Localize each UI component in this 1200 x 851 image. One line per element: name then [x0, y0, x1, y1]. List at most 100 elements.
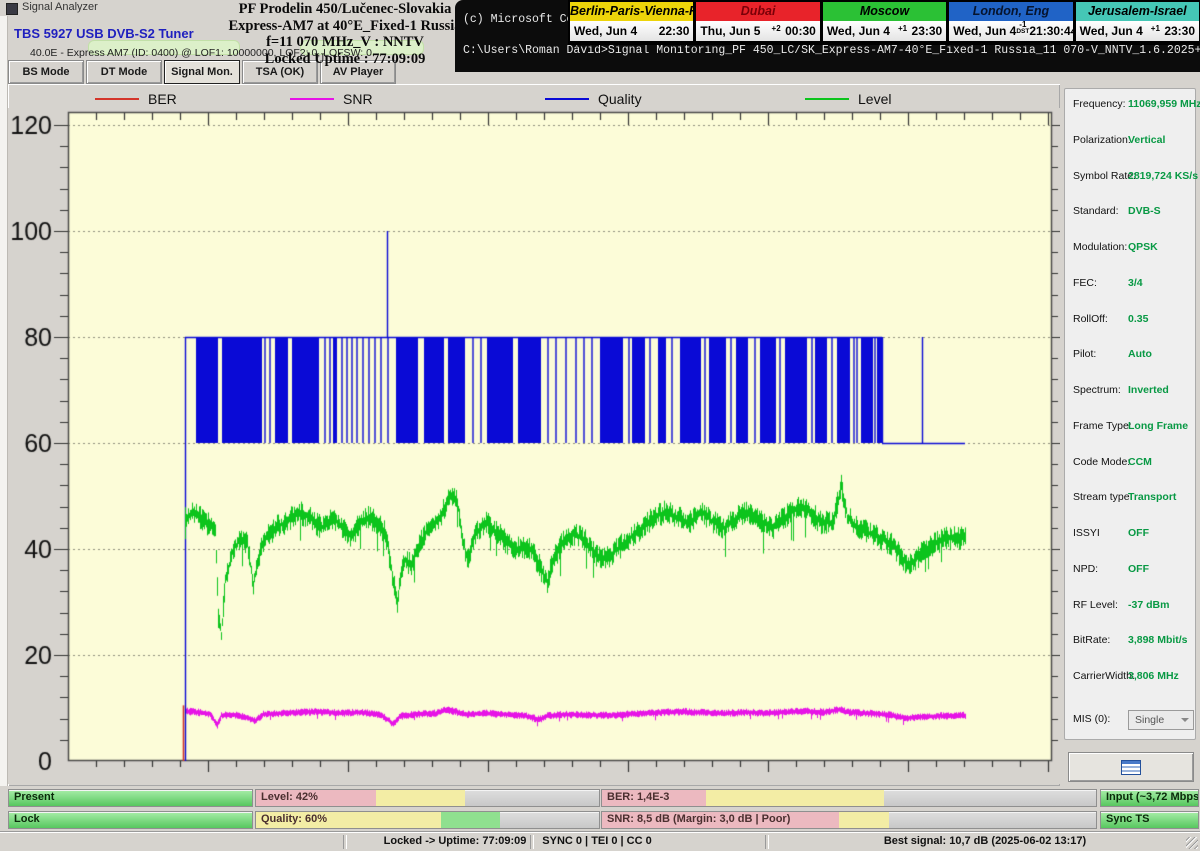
legend-swatch-level: [805, 98, 849, 100]
tuner-name: TBS 5927 USB DVB-S2 Tuner: [14, 26, 194, 41]
bar-text: Present: [14, 791, 54, 803]
param-label: Pilot:: [1073, 348, 1096, 360]
param-row-modulation: Modulation:QPSK: [1065, 241, 1195, 255]
chart-legend: BER SNR Quality Level: [8, 90, 1060, 108]
bar-segment-yellow: [839, 812, 888, 828]
signal-chart-canvas: [8, 108, 1060, 784]
param-value: Transport: [1128, 491, 1176, 503]
legend-item-level: Level: [805, 90, 891, 108]
resize-grip[interactable]: [1186, 837, 1198, 849]
clock-city-label: Dubai: [696, 2, 819, 21]
legend-swatch-snr: [290, 98, 334, 100]
statusbar-separator: [530, 835, 534, 849]
legend-swatch-quality: [545, 98, 589, 100]
world-clocks-panel: Berlin-Paris-Vienna-RomaWed, Jun 422:30D…: [568, 0, 1200, 45]
param-value: 0.35: [1128, 313, 1148, 325]
clock-time-row: Thu, Jun 5+200:30: [696, 21, 819, 41]
param-label: Frequency:: [1073, 98, 1126, 110]
param-label: Stream type:: [1073, 491, 1133, 503]
clock-city-label: Moscow: [823, 2, 946, 21]
caption-line-uptime: Locked Uptime : 77:09:09: [228, 51, 461, 68]
param-row-streamtype: Stream type:Transport: [1065, 491, 1195, 505]
caption-line-antenna: PF Prodelin 450/Lučenec-Slovakia: [228, 1, 461, 18]
monitor-bar-snr: SNR: 8,5 dB (Margin: 3,0 dB | Poor): [601, 811, 1097, 829]
tab-bs-mode[interactable]: BS Mode: [8, 60, 84, 84]
chevron-down-icon: [1181, 718, 1189, 722]
bar-text: Quality: 60%: [261, 813, 327, 825]
legend-label: Level: [858, 91, 891, 107]
clock-utc-offset: +1: [894, 25, 912, 32]
param-row-issyi: ISSYIOFF: [1065, 527, 1195, 541]
legend-label: SNR: [343, 91, 373, 107]
bar-segment-yellow: [376, 790, 465, 806]
param-value: Vertical: [1128, 134, 1165, 146]
statusbar-sync-counters: SYNC 0 | TEI 0 | CC 0: [542, 835, 651, 847]
param-row-fec: FEC:3/4: [1065, 277, 1195, 291]
param-label: BitRate:: [1073, 634, 1110, 646]
param-label: FEC:: [1073, 277, 1097, 289]
param-value: OFF: [1128, 563, 1149, 575]
param-value: CCM: [1128, 456, 1152, 468]
param-value: 11069,959 MHz: [1128, 98, 1200, 110]
param-row-frequency: Frequency:11069,959 MHz: [1065, 98, 1195, 112]
param-row-codemode: Code Mode:CCM: [1065, 456, 1195, 470]
param-value: 2819,724 KS/s: [1128, 170, 1198, 182]
clock-city-label: Jerusalem-Israel: [1076, 2, 1199, 21]
param-label: Polarization:: [1073, 134, 1131, 146]
param-label: Modulation:: [1073, 241, 1127, 253]
monitor-bar-lock: Lock: [8, 811, 253, 829]
caption-line-frequency: f=11 070 MHz_V : NNTV: [228, 34, 461, 51]
monitor-bar-sync-ts: Sync TS: [1100, 811, 1199, 829]
clock-dubai: DubaiThu, Jun 5+200:30: [694, 0, 820, 45]
param-row-symbolrate: Symbol Rate:2819,724 KS/s: [1065, 170, 1195, 184]
param-value: QPSK: [1128, 241, 1158, 253]
clock-time: 22:30: [659, 24, 690, 38]
clock-utc-offset: +2: [767, 25, 785, 32]
param-label: RF Level:: [1073, 599, 1118, 611]
param-row-spectrum: Spectrum:Inverted: [1065, 384, 1195, 398]
clock-date: Wed, Jun 4: [953, 24, 1016, 38]
param-row-npd: NPD: OFF: [1065, 563, 1195, 577]
param-label: Code Mode:: [1073, 456, 1130, 468]
statusbar-separator: [765, 835, 769, 849]
param-row-rolloff: RollOff:0.35: [1065, 313, 1195, 327]
tab-dt-mode[interactable]: DT Mode: [86, 60, 162, 84]
clock-time: 21:30:44: [1029, 24, 1077, 38]
param-row-rflevel: RF Level: -37 dBm: [1065, 599, 1195, 613]
param-label: Symbol Rate:: [1073, 170, 1136, 182]
param-label: Frame Type:: [1073, 420, 1132, 432]
param-value: Long Frame: [1128, 420, 1188, 432]
clock-time-row: Wed, Jun 4+123:30: [1076, 21, 1199, 41]
clock-berlin-paris-vienna-roma: Berlin-Paris-Vienna-RomaWed, Jun 422:30: [568, 0, 694, 45]
param-value: DVB-S: [1128, 205, 1161, 217]
server-icon: [1121, 760, 1141, 775]
param-label: Spectrum:: [1073, 384, 1121, 396]
param-label: MIS (0):: [1073, 713, 1110, 725]
clock-time: 00:30: [785, 24, 816, 38]
param-row-standard: Standard:DVB-S: [1065, 205, 1195, 219]
clock-time-row: Wed, Jun 4-1DST21:30:44: [949, 21, 1072, 41]
legend-item-quality: Quality: [545, 90, 642, 108]
clock-city-label: Berlin-Paris-Vienna-Roma: [570, 2, 693, 21]
monitor-bar-level: Level: 42%: [255, 789, 600, 807]
statusbar-uptime: Locked -> Uptime: 77:09:09: [384, 835, 527, 847]
bar-text: Level: 42%: [261, 791, 318, 803]
param-value: -37 dBm: [1128, 599, 1169, 611]
app-icon: [6, 3, 18, 15]
monitor-bar-quality: Quality: 60%: [255, 811, 600, 829]
bar-text: SNR: 8,5 dB (Margin: 3,0 dB | Poor): [607, 813, 790, 825]
param-label: NPD:: [1073, 563, 1098, 575]
bar-text: Lock: [14, 813, 40, 825]
left-edge-strip: [0, 16, 8, 786]
statusbar-separator: [343, 835, 347, 849]
terminal-copyright-line: (c) Microsoft Co: [463, 13, 573, 26]
clock-london-eng: London, EngWed, Jun 4-1DST21:30:44: [947, 0, 1073, 45]
monitor-bar-input-mbps-: Input (~3,72 Mbps): [1100, 789, 1199, 807]
record-device-button[interactable]: [1068, 752, 1194, 782]
legend-swatch-ber: [95, 98, 139, 100]
legend-item-ber: BER: [95, 90, 177, 108]
bar-segment-green: [441, 812, 499, 828]
legend-label: Quality: [598, 91, 642, 107]
mis-dropdown[interactable]: Single: [1128, 710, 1194, 730]
bar-segment-yellow: [706, 790, 884, 806]
